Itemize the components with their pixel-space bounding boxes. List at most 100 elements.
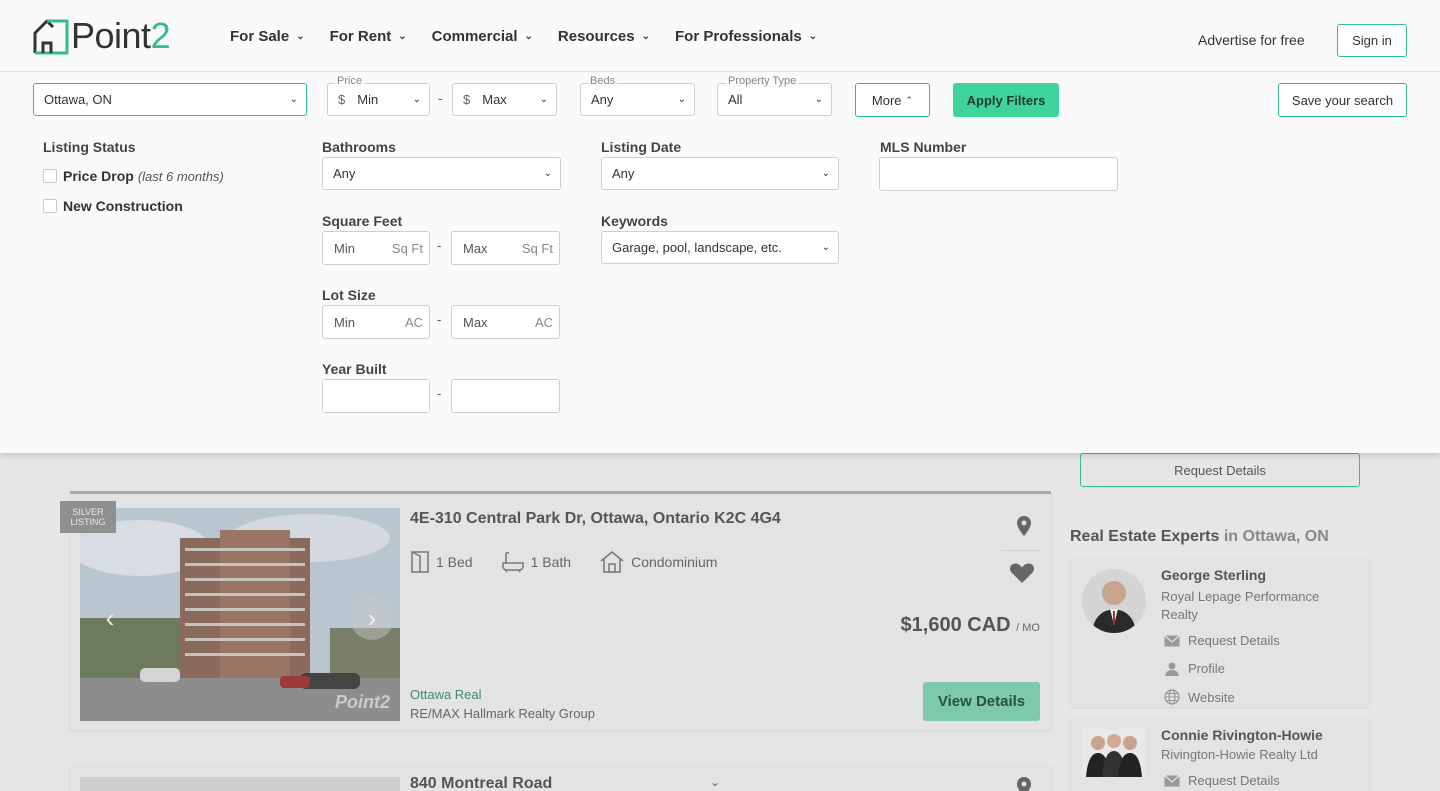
website-label: Website <box>1188 689 1235 705</box>
keywords-select[interactable]: Garage, pool, landscape, etc. ⌄ <box>601 231 839 264</box>
view-details-button[interactable]: View Details <box>923 682 1040 721</box>
expert-firm: Rivington-Howie Realty Ltd <box>1161 747 1318 762</box>
more-filters-button[interactable]: More ⌃ <box>855 83 930 117</box>
nav-for-professionals[interactable]: For Professionals ⌄ <box>675 28 817 45</box>
square-feet-label: Square Feet <box>322 213 403 229</box>
listing-date-select[interactable]: Any ⌄ <box>601 157 839 190</box>
request-details-button[interactable]: Request Details <box>1080 453 1360 487</box>
save-search-button[interactable]: Save your search <box>1278 83 1407 117</box>
property-type-label: Property Type <box>726 75 799 87</box>
mls-number-input[interactable] <box>879 157 1118 191</box>
expert-website-link[interactable]: Website <box>1164 689 1235 705</box>
chevron-down-icon[interactable]: ⌄ <box>710 775 720 789</box>
expert-request-details-link[interactable]: Request Details <box>1164 633 1280 648</box>
price-drop-checkbox[interactable] <box>43 169 57 183</box>
expert-profile-link[interactable]: Profile <box>1164 661 1225 676</box>
badge-line-2: LISTING <box>70 517 106 527</box>
envelope-icon <box>1164 774 1180 786</box>
bathrooms-label: Bathrooms <box>322 139 396 155</box>
price-min-select[interactable]: $ Min ⌄ <box>327 83 430 116</box>
advertise-link[interactable]: Advertise for free <box>1198 32 1305 48</box>
listing-card[interactable]: 840 Montreal Road ⌄ <box>70 765 1051 791</box>
door-icon <box>411 551 429 573</box>
property-type-info: Condominium <box>599 550 717 574</box>
next-photo-arrow[interactable]: › <box>350 596 394 640</box>
map-pin-icon[interactable] <box>1017 516 1031 536</box>
property-type-value: All <box>728 92 743 107</box>
nav-commercial[interactable]: Commercial ⌄ <box>432 28 533 45</box>
chevron-down-icon: ⌄ <box>539 94 548 105</box>
avatar[interactable] <box>1082 569 1146 633</box>
apply-filters-button[interactable]: Apply Filters <box>953 83 1059 117</box>
house-icon <box>600 551 624 573</box>
expert-name[interactable]: George Sterling <box>1161 567 1266 583</box>
year-min-input[interactable] <box>322 379 430 413</box>
heart-icon[interactable] <box>1009 562 1035 584</box>
bathrooms-value: Any <box>333 166 356 181</box>
new-construction-label: New Construction <box>63 198 183 214</box>
chevron-down-icon: ⌄ <box>641 30 651 42</box>
lot-unit: AC <box>534 315 553 330</box>
year-dash: - <box>437 386 442 401</box>
property-type: Condominium <box>631 554 718 570</box>
chevron-down-icon: ⌄ <box>296 30 305 42</box>
price-min-value: Min <box>357 92 379 107</box>
sqft-min-placeholder: Min <box>334 241 355 256</box>
expert-request-details-link[interactable]: Request Details <box>1164 773 1280 788</box>
beds-info: 1 Bed <box>410 551 473 573</box>
avatar[interactable] <box>1082 729 1146 777</box>
listing-photo[interactable] <box>80 777 400 791</box>
beds-select[interactable]: Any ⌄ <box>580 83 695 116</box>
chevron-down-icon: ⌄ <box>821 168 830 179</box>
bathrooms-select[interactable]: Any ⌄ <box>322 157 561 190</box>
lot-min-input[interactable]: Min AC <box>322 305 430 339</box>
price-value: $1,600 CAD <box>900 614 1011 636</box>
point2-logo[interactable]: Point2 <box>33 17 171 55</box>
map-pin-icon[interactable] <box>1017 777 1031 791</box>
prev-photo-arrow[interactable]: ‹ <box>88 596 132 640</box>
property-type-select[interactable]: All ⌄ <box>717 83 832 116</box>
team-photo <box>1082 729 1146 777</box>
listing-address[interactable]: 4E-310 Central Park Dr, Ottawa, Ontario … <box>410 510 781 528</box>
lot-max-input[interactable]: Max AC <box>451 305 560 339</box>
sign-in-button[interactable]: Sign in <box>1337 24 1407 57</box>
price-dash: - <box>438 91 443 106</box>
chevron-down-icon: ⌄ <box>677 94 686 105</box>
experts-heading: Real Estate Experts in Ottawa, ON <box>1070 528 1329 546</box>
listing-date-value: Any <box>612 166 635 181</box>
listing-address[interactable]: 840 Montreal Road <box>410 775 552 791</box>
beds-value: Any <box>591 92 614 107</box>
agent-link[interactable]: Ottawa Real <box>410 687 482 702</box>
lot-size-label: Lot Size <box>322 287 376 303</box>
nav-resources[interactable]: Resources ⌄ <box>558 28 650 45</box>
main-nav: For Sale ⌄ For Rent ⌄ Commercial ⌄ Resource… <box>230 0 842 72</box>
lot-unit: AC <box>404 315 423 330</box>
expert-name[interactable]: Connie Rivington-Howie <box>1161 727 1323 743</box>
request-details-label: Request Details <box>1188 773 1280 788</box>
sqft-unit: Sq Ft <box>391 241 423 256</box>
listing-card[interactable]: Point2 ‹ › SILVER LISTING 4E-310 Central… <box>60 491 1051 730</box>
sqft-min-input[interactable]: Min Sq Ft <box>322 231 430 265</box>
nav-for-sale[interactable]: For Sale ⌄ <box>230 28 305 45</box>
new-construction-checkbox-row[interactable]: New Construction <box>43 198 183 214</box>
profile-label: Profile <box>1188 661 1225 676</box>
location-select[interactable]: Ottawa, ON ⌄ <box>33 83 307 116</box>
listing-photo[interactable]: Point2 ‹ › <box>80 508 400 721</box>
sqft-dash: - <box>437 238 442 253</box>
nav-for-rent[interactable]: For Rent ⌄ <box>330 28 407 45</box>
sqft-max-input[interactable]: Max Sq Ft <box>451 231 560 265</box>
year-max-input[interactable] <box>451 379 560 413</box>
lot-max-placeholder: Max <box>463 315 488 330</box>
price-max-select[interactable]: $ Max ⌄ <box>452 83 557 116</box>
chevron-right-icon: › <box>367 602 377 633</box>
new-construction-checkbox[interactable] <box>43 199 57 213</box>
baths-count: 1 Bath <box>530 554 572 570</box>
chevron-down-icon: ⌄ <box>543 168 552 179</box>
price-drop-checkbox-row[interactable]: Price Drop (last 6 months) <box>43 168 224 184</box>
dollar-sign: $ <box>463 92 471 107</box>
chevron-down-icon: ⌄ <box>808 30 818 42</box>
chevron-left-icon: ‹ <box>105 602 115 633</box>
expert-card: Connie Rivington-Howie Rivington-Howie R… <box>1070 717 1370 791</box>
photo-watermark: Point2 <box>334 692 390 712</box>
bathtub-icon <box>501 551 524 573</box>
